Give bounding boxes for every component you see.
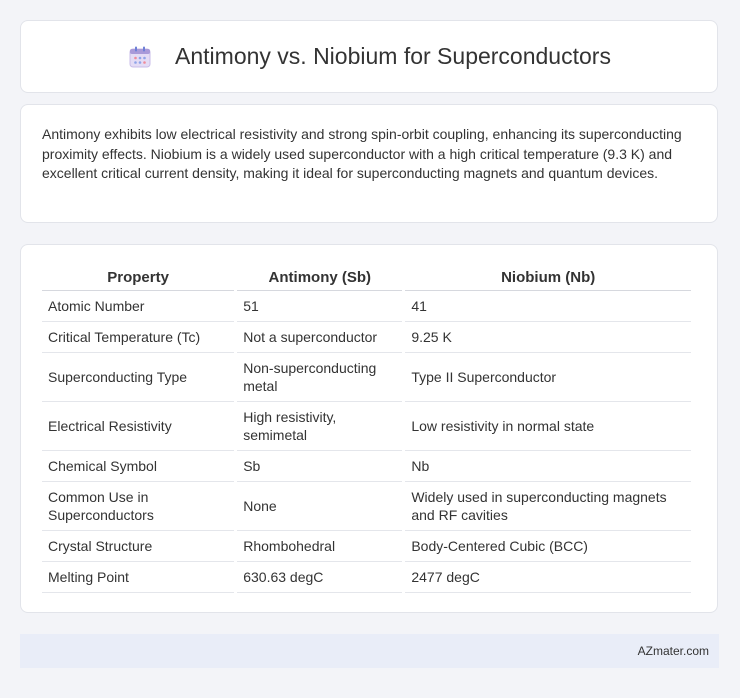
table-cell: Superconducting Type [42, 353, 235, 402]
table-header-row: Property Antimony (Sb) Niobium (Nb) [42, 263, 691, 291]
table-row: Melting Point 630.63 degC 2477 degC [42, 562, 691, 593]
page-title: Antimony vs. Niobium for Superconductors [175, 43, 611, 69]
table-cell: Not a superconductor [237, 322, 403, 353]
table-cell: Low resistivity in normal state [405, 402, 691, 451]
column-header: Niobium (Nb) [405, 263, 691, 291]
table-cell: Body-Centered Cubic (BCC) [405, 531, 691, 562]
table-cell: Atomic Number [42, 291, 235, 322]
column-header: Antimony (Sb) [237, 263, 403, 291]
table-cell: High resistivity, semimetal [237, 402, 403, 451]
table-cell: Non-superconducting metal [237, 353, 403, 402]
table-cell: Common Use in Superconductors [42, 482, 235, 531]
table-cell: 9.25 K [405, 322, 691, 353]
table-cell: 630.63 degC [237, 562, 403, 593]
table-cell: Type II Superconductor [405, 353, 691, 402]
table-row: Chemical Symbol Sb Nb [42, 451, 691, 482]
table-cell: Chemical Symbol [42, 451, 235, 482]
table-cell: Rhombohedral [237, 531, 403, 562]
table-cell: Widely used in superconducting magnets a… [405, 482, 691, 531]
comparison-table-card: Property Antimony (Sb) Niobium (Nb) Atom… [20, 244, 718, 613]
table-cell: 51 [237, 291, 403, 322]
column-header: Property [42, 263, 235, 291]
summary-card: Antimony exhibits low electrical resisti… [20, 104, 718, 223]
comparison-table: Property Antimony (Sb) Niobium (Nb) Atom… [39, 263, 694, 593]
table-cell: 2477 degC [405, 562, 691, 593]
table-row: Critical Temperature (Tc) Not a supercon… [42, 322, 691, 353]
table-row: Atomic Number 51 41 [42, 291, 691, 322]
table-cell: Nb [405, 451, 691, 482]
footer-brand[interactable]: AZmater.com [638, 644, 709, 658]
table-cell: Crystal Structure [42, 531, 235, 562]
table-row: Superconducting Type Non-superconducting… [42, 353, 691, 402]
table-cell: 41 [405, 291, 691, 322]
table-cell: None [237, 482, 403, 531]
title-card: Antimony vs. Niobium for Superconductors [20, 20, 718, 93]
table-cell: Electrical Resistivity [42, 402, 235, 451]
table-row: Electrical Resistivity High resistivity,… [42, 402, 691, 451]
summary-text: Antimony exhibits low electrical resisti… [42, 126, 682, 181]
table-cell: Sb [237, 451, 403, 482]
table-cell: Melting Point [42, 562, 235, 593]
table-cell: Critical Temperature (Tc) [42, 322, 235, 353]
calendar-icon [129, 46, 151, 67]
table-row: Crystal Structure Rhombohedral Body-Cent… [42, 531, 691, 562]
table-row: Common Use in Superconductors None Widel… [42, 482, 691, 531]
footer: AZmater.com [20, 634, 719, 668]
